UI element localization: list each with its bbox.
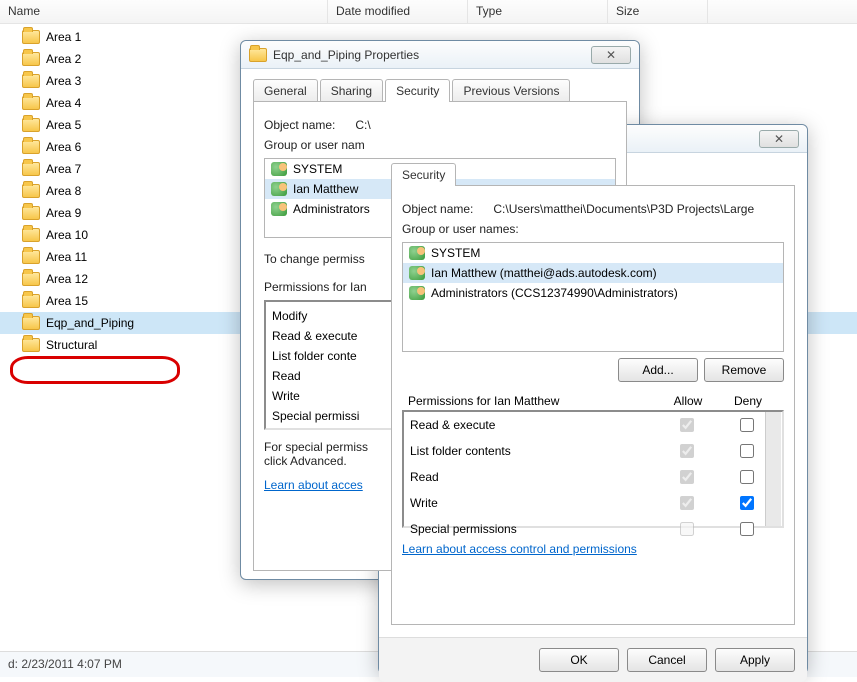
folder-icon bbox=[22, 140, 40, 154]
deny-checkbox[interactable] bbox=[740, 444, 754, 458]
column-header-row: Name Date modified Type Size bbox=[0, 0, 857, 24]
deny-checkbox[interactable] bbox=[740, 418, 754, 432]
allow-checkbox[interactable] bbox=[680, 418, 694, 432]
permission-label: Special permissions bbox=[410, 522, 656, 536]
folder-label: Area 12 bbox=[46, 272, 88, 286]
properties-tabs: General Sharing Security Previous Versio… bbox=[253, 79, 627, 102]
permissions-grid: Read & execute List folder contents Read Wr… bbox=[402, 410, 784, 528]
folder-label: Area 2 bbox=[46, 52, 81, 66]
folder-icon bbox=[22, 162, 40, 176]
close-button[interactable]: ✕ bbox=[759, 130, 799, 148]
ok-button[interactable]: OK bbox=[539, 648, 619, 672]
folder-icon bbox=[22, 118, 40, 132]
learn-access-link[interactable]: Learn about access control and permissio… bbox=[402, 542, 637, 556]
deny-checkbox[interactable] bbox=[740, 522, 754, 536]
users-icon bbox=[271, 162, 287, 176]
allow-checkbox[interactable] bbox=[680, 496, 694, 510]
column-name[interactable]: Name bbox=[0, 0, 328, 23]
object-name-label: Object name: bbox=[402, 202, 473, 216]
permission-row: Special permissions bbox=[404, 516, 782, 542]
folder-label: Area 3 bbox=[46, 74, 81, 88]
remove-button[interactable]: Remove bbox=[704, 358, 784, 382]
column-type[interactable]: Type bbox=[468, 0, 608, 23]
folder-icon bbox=[22, 206, 40, 220]
folder-icon bbox=[22, 250, 40, 264]
tab-security[interactable]: Security bbox=[385, 79, 450, 102]
users-icon bbox=[271, 182, 287, 196]
permission-label: Write bbox=[410, 496, 656, 510]
add-button[interactable]: Add... bbox=[618, 358, 698, 382]
folder-label: Area 4 bbox=[46, 96, 81, 110]
deny-header: Deny bbox=[718, 394, 778, 408]
folder-icon bbox=[22, 30, 40, 44]
column-size[interactable]: Size bbox=[608, 0, 708, 23]
tab-general[interactable]: General bbox=[253, 79, 318, 102]
folder-icon bbox=[22, 52, 40, 66]
folder-label: Eqp_and_Piping bbox=[46, 316, 134, 330]
learn-access-link[interactable]: Learn about acces bbox=[264, 478, 363, 492]
properties-title: Eqp_and_Piping Properties bbox=[273, 48, 419, 62]
close-button[interactable]: ✕ bbox=[591, 46, 631, 64]
object-name-value: C:\ bbox=[355, 118, 370, 132]
folder-label: Area 8 bbox=[46, 184, 81, 198]
object-name-value: C:\Users\matthei\Documents\P3D Projects\… bbox=[493, 202, 754, 216]
folder-label: Area 11 bbox=[46, 250, 87, 264]
permission-row: Write bbox=[404, 490, 782, 516]
allow-checkbox[interactable] bbox=[680, 470, 694, 484]
folder-label: Area 5 bbox=[46, 118, 81, 132]
permissions-user-list[interactable]: SYSTEM Ian Matthew (matthei@ads.autodesk… bbox=[402, 242, 784, 352]
permission-label: Read bbox=[410, 470, 656, 484]
folder-icon bbox=[22, 338, 40, 352]
properties-titlebar[interactable]: Eqp_and_Piping Properties ✕ bbox=[241, 41, 639, 69]
folder-icon bbox=[22, 96, 40, 110]
folder-label: Structural bbox=[46, 338, 97, 352]
object-name-row: Object name: C:\ bbox=[264, 118, 616, 132]
permission-label: List folder contents bbox=[410, 444, 656, 458]
group-users-label: Group or user nam bbox=[264, 138, 616, 152]
column-date[interactable]: Date modified bbox=[328, 0, 468, 23]
folder-label: Area 10 bbox=[46, 228, 88, 242]
scrollbar[interactable] bbox=[765, 412, 781, 526]
users-icon bbox=[409, 286, 425, 300]
folder-label: Area 7 bbox=[46, 162, 81, 176]
deny-checkbox[interactable] bbox=[740, 470, 754, 484]
permission-row: Read bbox=[404, 464, 782, 490]
user-ian-matthew[interactable]: Ian Matthew (matthei@ads.autodesk.com) bbox=[403, 263, 783, 283]
user-administrators[interactable]: Administrators (CCS12374990\Administrato… bbox=[403, 283, 783, 303]
cancel-button[interactable]: Cancel bbox=[627, 648, 707, 672]
permission-row: Read & execute bbox=[404, 412, 782, 438]
folder-icon bbox=[249, 48, 267, 62]
folder-icon bbox=[22, 272, 40, 286]
object-name-row: Object name: C:\Users\matthei\Documents\… bbox=[402, 202, 784, 216]
folder-label: Area 15 bbox=[46, 294, 88, 308]
tab-security[interactable]: Security bbox=[391, 163, 456, 186]
deny-checkbox[interactable] bbox=[740, 496, 754, 510]
permissions-dialog: Permissions for Eqp_and_Piping ✕ Securit… bbox=[378, 124, 808, 674]
folder-icon bbox=[22, 294, 40, 308]
folder-label: Area 6 bbox=[46, 140, 81, 154]
users-icon bbox=[271, 202, 287, 216]
allow-header: Allow bbox=[658, 394, 718, 408]
users-icon bbox=[409, 266, 425, 280]
allow-checkbox[interactable] bbox=[680, 444, 694, 458]
tab-sharing[interactable]: Sharing bbox=[320, 79, 383, 102]
object-name-label: Object name: bbox=[264, 118, 335, 132]
permissions-for-label: Permissions for Ian Matthew bbox=[408, 394, 658, 408]
tab-previous-versions[interactable]: Previous Versions bbox=[452, 79, 570, 102]
group-users-label: Group or user names: bbox=[402, 222, 784, 236]
folder-label: Area 9 bbox=[46, 206, 81, 220]
folder-label: Area 1 bbox=[46, 30, 81, 44]
apply-button[interactable]: Apply bbox=[715, 648, 795, 672]
allow-checkbox[interactable] bbox=[680, 522, 694, 536]
users-icon bbox=[409, 246, 425, 260]
folder-icon bbox=[22, 74, 40, 88]
folder-icon bbox=[22, 184, 40, 198]
user-system[interactable]: SYSTEM bbox=[403, 243, 783, 263]
permission-label: Read & execute bbox=[410, 418, 656, 432]
folder-icon bbox=[22, 316, 40, 330]
folder-icon bbox=[22, 228, 40, 242]
permission-row: List folder contents bbox=[404, 438, 782, 464]
